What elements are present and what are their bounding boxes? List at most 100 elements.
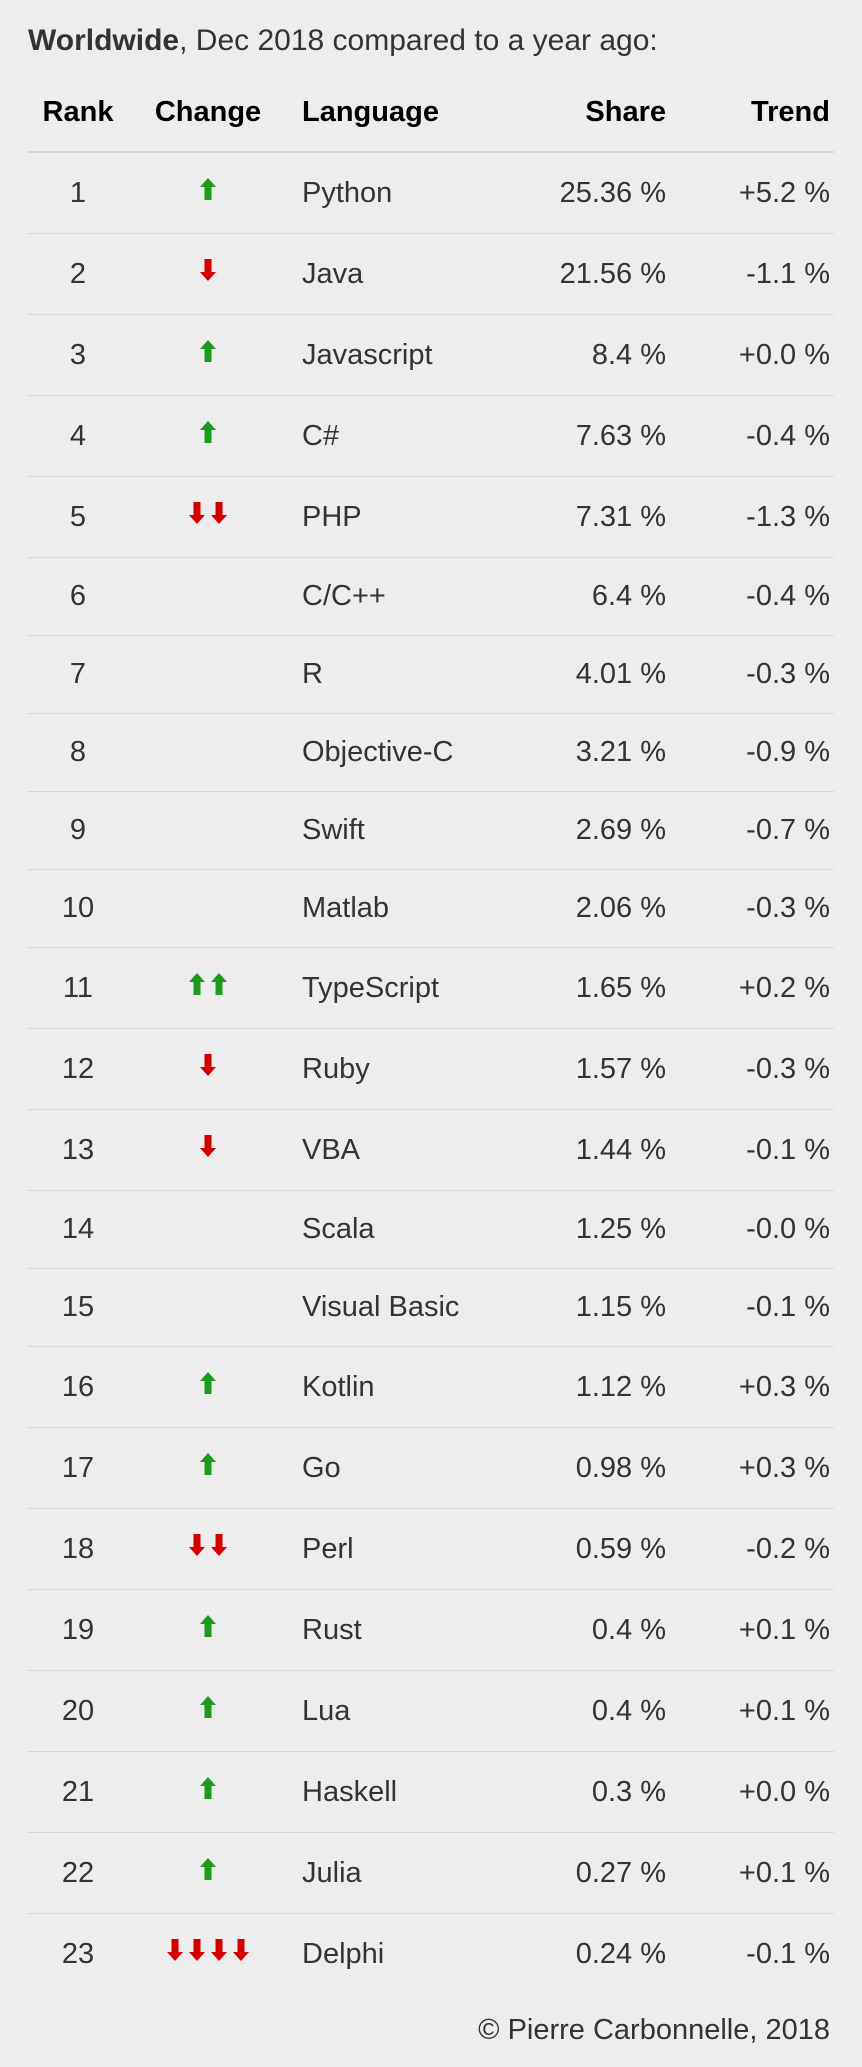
- cell-language: C/C++: [288, 558, 514, 636]
- arrow-down-icon: [186, 499, 230, 527]
- cell-language: Perl: [288, 1509, 514, 1590]
- cell-change: [128, 477, 288, 558]
- cell-change: [128, 152, 288, 234]
- cell-rank: 3: [28, 315, 128, 396]
- cell-trend: -0.1 %: [674, 1269, 834, 1347]
- cell-share: 7.31 %: [514, 477, 674, 558]
- cell-change: [128, 714, 288, 792]
- cell-language: Swift: [288, 792, 514, 870]
- cell-change: [128, 396, 288, 477]
- col-header-trend: Trend: [674, 74, 834, 152]
- cell-change: [128, 234, 288, 315]
- cell-language: Lua: [288, 1671, 514, 1752]
- cell-language: C#: [288, 396, 514, 477]
- cell-language: Objective-C: [288, 714, 514, 792]
- cell-rank: 21: [28, 1752, 128, 1833]
- col-header-language: Language: [288, 74, 514, 152]
- cell-trend: +0.1 %: [674, 1671, 834, 1752]
- table-row: 4C#7.63 %-0.4 %: [28, 396, 834, 477]
- cell-change: [128, 1110, 288, 1191]
- cell-change: [128, 1509, 288, 1590]
- cell-language: PHP: [288, 477, 514, 558]
- cell-share: 0.59 %: [514, 1509, 674, 1590]
- cell-change: [128, 558, 288, 636]
- page-title: Worldwide, Dec 2018 compared to a year a…: [28, 24, 834, 58]
- cell-share: 0.98 %: [514, 1428, 674, 1509]
- cell-trend: -0.3 %: [674, 870, 834, 948]
- cell-change: [128, 1347, 288, 1428]
- arrow-up-icon: [197, 1369, 219, 1397]
- cell-language: TypeScript: [288, 948, 514, 1029]
- arrow-down-icon: [197, 1051, 219, 1079]
- arrow-up-icon: [197, 1855, 219, 1883]
- cell-rank: 12: [28, 1029, 128, 1110]
- table-row: 14Scala1.25 %-0.0 %: [28, 1191, 834, 1269]
- cell-rank: 20: [28, 1671, 128, 1752]
- cell-trend: -0.3 %: [674, 1029, 834, 1110]
- cell-share: 6.4 %: [514, 558, 674, 636]
- cell-share: 0.27 %: [514, 1833, 674, 1914]
- arrow-down-icon: [186, 1531, 230, 1559]
- cell-rank: 2: [28, 234, 128, 315]
- cell-trend: +0.1 %: [674, 1590, 834, 1671]
- arrow-up-icon: [197, 175, 219, 203]
- cell-rank: 9: [28, 792, 128, 870]
- credit-line: © Pierre Carbonnelle, 2018: [28, 1994, 834, 2047]
- cell-share: 1.15 %: [514, 1269, 674, 1347]
- table-row: 15 Visual Basic1.15 %-0.1 %: [28, 1269, 834, 1347]
- cell-language: Visual Basic: [288, 1269, 514, 1347]
- cell-share: 25.36 %: [514, 152, 674, 234]
- cell-share: 2.69 %: [514, 792, 674, 870]
- cell-language: Javascript: [288, 315, 514, 396]
- cell-share: 0.4 %: [514, 1671, 674, 1752]
- cell-rank: 23: [28, 1914, 128, 1995]
- table-row: 16Kotlin1.12 %+0.3 %: [28, 1347, 834, 1428]
- table-row: 17Go0.98 %+0.3 %: [28, 1428, 834, 1509]
- cell-change: [128, 1914, 288, 1995]
- cell-share: 8.4 %: [514, 315, 674, 396]
- cell-change: [128, 870, 288, 948]
- cell-trend: -0.1 %: [674, 1914, 834, 1995]
- col-header-change: Change: [128, 74, 288, 152]
- table-row: 9Swift2.69 %-0.7 %: [28, 792, 834, 870]
- table-row: 1Python25.36 %+5.2 %: [28, 152, 834, 234]
- cell-trend: -0.1 %: [674, 1110, 834, 1191]
- cell-share: 2.06 %: [514, 870, 674, 948]
- title-bold: Worldwide: [28, 24, 179, 57]
- cell-language: VBA: [288, 1110, 514, 1191]
- table-row: 8Objective-C3.21 %-0.9 %: [28, 714, 834, 792]
- cell-rank: 13: [28, 1110, 128, 1191]
- table-row: 10Matlab2.06 %-0.3 %: [28, 870, 834, 948]
- table-row: 12Ruby1.57 %-0.3 %: [28, 1029, 834, 1110]
- cell-trend: +0.2 %: [674, 948, 834, 1029]
- cell-change: [128, 1428, 288, 1509]
- cell-language: Python: [288, 152, 514, 234]
- table-row: 13VBA1.44 %-0.1 %: [28, 1110, 834, 1191]
- cell-language: Kotlin: [288, 1347, 514, 1428]
- cell-language: Julia: [288, 1833, 514, 1914]
- cell-share: 3.21 %: [514, 714, 674, 792]
- table-row: 2Java21.56 %-1.1 %: [28, 234, 834, 315]
- cell-rank: 15: [28, 1269, 128, 1347]
- cell-rank: 1: [28, 152, 128, 234]
- col-header-share: Share: [514, 74, 674, 152]
- cell-rank: 4: [28, 396, 128, 477]
- arrow-down-icon: [164, 1936, 252, 1964]
- title-rest: , Dec 2018 compared to a year ago:: [179, 24, 658, 57]
- cell-change: [128, 1833, 288, 1914]
- cell-rank: 10: [28, 870, 128, 948]
- cell-trend: +0.0 %: [674, 315, 834, 396]
- table-header-row: Rank Change Language Share Trend: [28, 74, 834, 152]
- col-header-rank: Rank: [28, 74, 128, 152]
- cell-trend: +0.0 %: [674, 1752, 834, 1833]
- cell-rank: 18: [28, 1509, 128, 1590]
- table-row: 23Delphi0.24 %-0.1 %: [28, 1914, 834, 1995]
- cell-share: 0.4 %: [514, 1590, 674, 1671]
- cell-change: [128, 1671, 288, 1752]
- cell-share: 0.3 %: [514, 1752, 674, 1833]
- cell-share: 1.25 %: [514, 1191, 674, 1269]
- table-row: 5PHP7.31 %-1.3 %: [28, 477, 834, 558]
- cell-rank: 16: [28, 1347, 128, 1428]
- cell-share: 1.65 %: [514, 948, 674, 1029]
- cell-trend: -0.4 %: [674, 396, 834, 477]
